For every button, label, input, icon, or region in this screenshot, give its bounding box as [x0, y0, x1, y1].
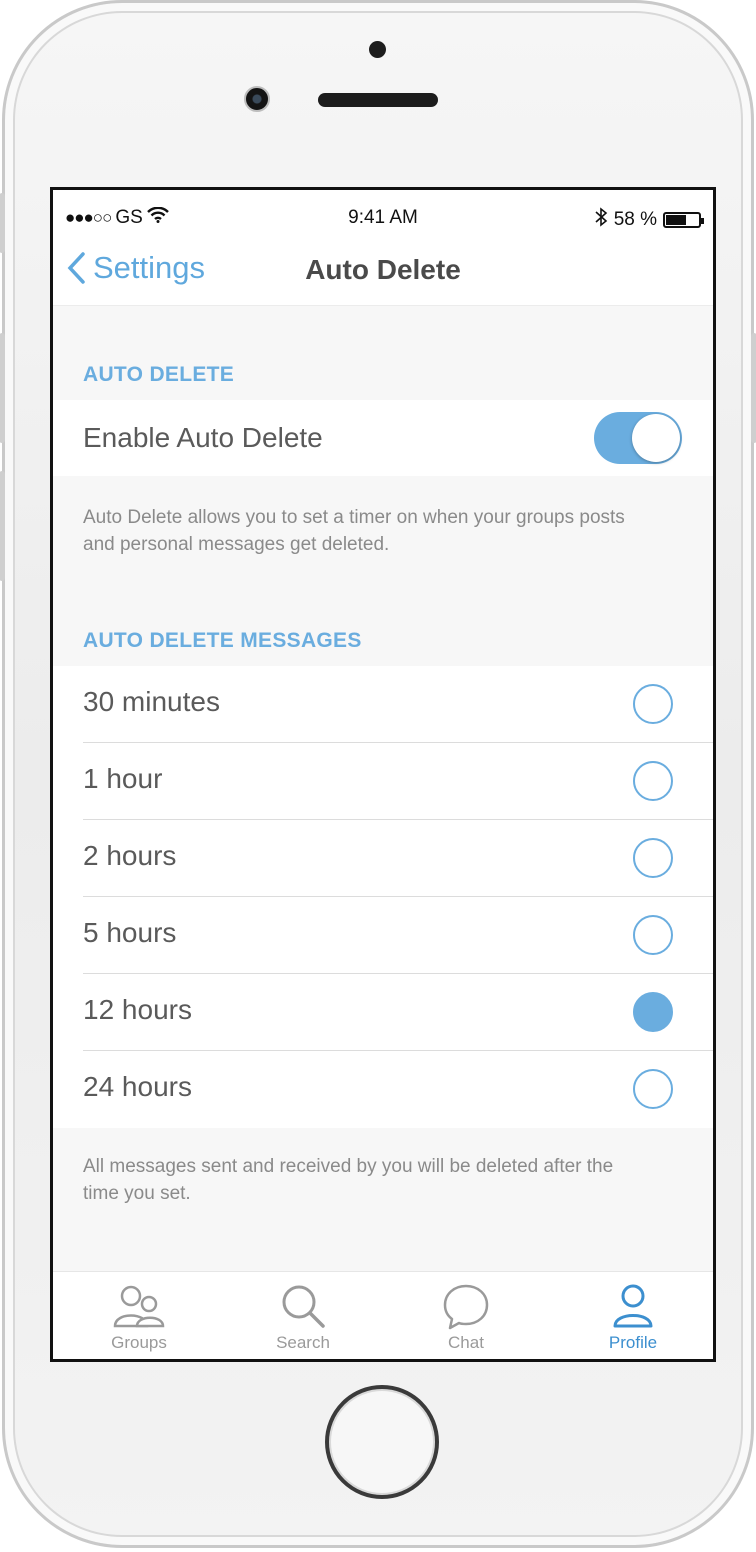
mute-switch [0, 193, 5, 253]
option-row-5-hours[interactable]: 5 hours [53, 897, 713, 974]
auto-delete-footnote: Auto Delete allows you to set a timer on… [83, 507, 625, 555]
tab-groups[interactable]: Groups [79, 1282, 199, 1353]
radio-button-selected[interactable] [633, 992, 673, 1032]
option-label: 12 hours [83, 994, 192, 1025]
battery-percent: 58 % [613, 209, 657, 230]
tab-search[interactable]: Search [243, 1282, 363, 1353]
volume-down-button [0, 471, 5, 581]
status-bar: ●●●○○ GS 9:41 AM 58 % [53, 190, 713, 240]
tab-bar: Groups Search Chat Profile [53, 1271, 713, 1359]
option-row-30-minutes[interactable]: 30 minutes [53, 666, 713, 743]
battery-icon [663, 212, 704, 228]
enable-auto-delete-row: Enable Auto Delete [53, 400, 713, 476]
status-right: 58 % [594, 207, 704, 233]
power-button [751, 333, 756, 443]
option-row-1-hour[interactable]: 1 hour [53, 743, 713, 820]
front-camera [244, 86, 270, 112]
messages-footnote: All messages sent and received by you wi… [83, 1156, 614, 1204]
screen: ●●●○○ GS 9:41 AM 58 % Settings Auto Dele… [50, 187, 716, 1362]
toggle-knob [632, 414, 680, 462]
bluetooth-icon [594, 207, 608, 233]
radio-button[interactable] [633, 761, 673, 801]
enable-auto-delete-label: Enable Auto Delete [83, 422, 323, 453]
option-label: 1 hour [83, 763, 163, 794]
radio-button[interactable] [633, 684, 673, 724]
page-title: Auto Delete [305, 254, 461, 285]
tab-profile[interactable]: Profile [573, 1282, 693, 1353]
section-header-auto-delete-messages: AUTO DELETE MESSAGES [83, 629, 362, 652]
option-row-24-hours[interactable]: 24 hours [53, 1051, 713, 1128]
phone-frame: ●●●○○ GS 9:41 AM 58 % Settings Auto Dele… [0, 0, 756, 1548]
option-label: 24 hours [83, 1071, 192, 1102]
search-icon [282, 1285, 325, 1328]
profile-icon [613, 1284, 653, 1328]
earpiece-speaker [318, 93, 438, 107]
option-row-2-hours[interactable]: 2 hours [53, 820, 713, 897]
option-label: 30 minutes [83, 686, 220, 717]
option-label: 2 hours [83, 840, 177, 871]
tab-label: Groups [111, 1333, 167, 1352]
tab-chat[interactable]: Chat [406, 1282, 526, 1353]
chat-icon [443, 1284, 489, 1330]
tab-label: Chat [448, 1333, 484, 1352]
radio-button[interactable] [633, 915, 673, 955]
home-button[interactable] [325, 1385, 439, 1499]
section-header-auto-delete: AUTO DELETE [83, 363, 235, 386]
option-label: 5 hours [83, 917, 177, 948]
proximity-sensor [369, 41, 386, 58]
option-row-12-hours[interactable]: 12 hours [53, 974, 713, 1051]
tab-label: Profile [608, 1333, 658, 1352]
auto-delete-toggle[interactable] [594, 412, 682, 464]
tab-label: Search [276, 1333, 330, 1352]
radio-button[interactable] [633, 1069, 673, 1109]
groups-icon [113, 1285, 165, 1328]
navigation-bar: Settings Auto Delete [53, 240, 713, 306]
radio-button[interactable] [633, 838, 673, 878]
volume-up-button [0, 333, 5, 443]
